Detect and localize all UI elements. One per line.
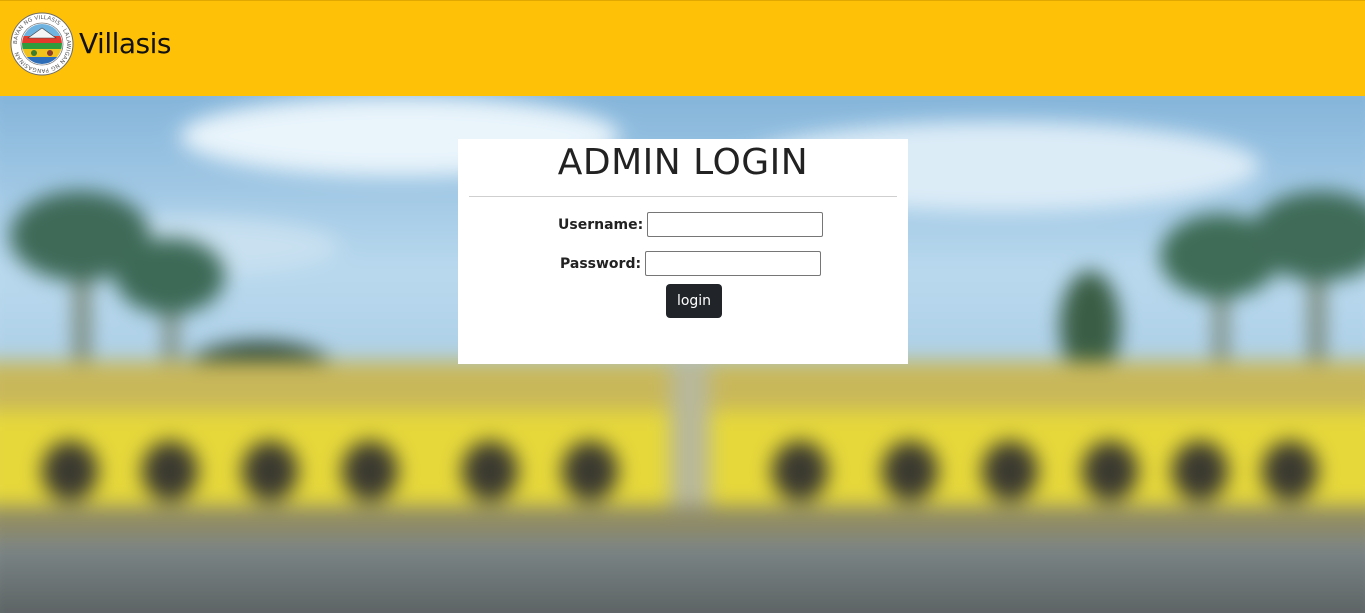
username-input[interactable] (647, 212, 824, 237)
username-row: Username: (558, 212, 824, 237)
page-title: ADMIN LOGIN (557, 142, 809, 183)
username-label: Username: (558, 216, 644, 233)
brand[interactable]: BAYAN NG VILLASIS · LALAWIGAN NG PANGASI… (10, 12, 172, 76)
password-input[interactable] (645, 251, 822, 276)
login-button[interactable]: login (666, 284, 722, 318)
password-row: Password: (560, 251, 822, 276)
villasis-seal-icon: BAYAN NG VILLASIS · LALAWIGAN NG PANGASI… (10, 12, 74, 76)
top-navbar: BAYAN NG VILLASIS · LALAWIGAN NG PANGASI… (0, 0, 1365, 96)
password-label: Password: (560, 255, 642, 272)
title-divider (469, 196, 897, 197)
brand-name[interactable]: Villasis (79, 30, 172, 58)
admin-login-card: ADMIN LOGIN Username: Password: login (458, 139, 908, 364)
